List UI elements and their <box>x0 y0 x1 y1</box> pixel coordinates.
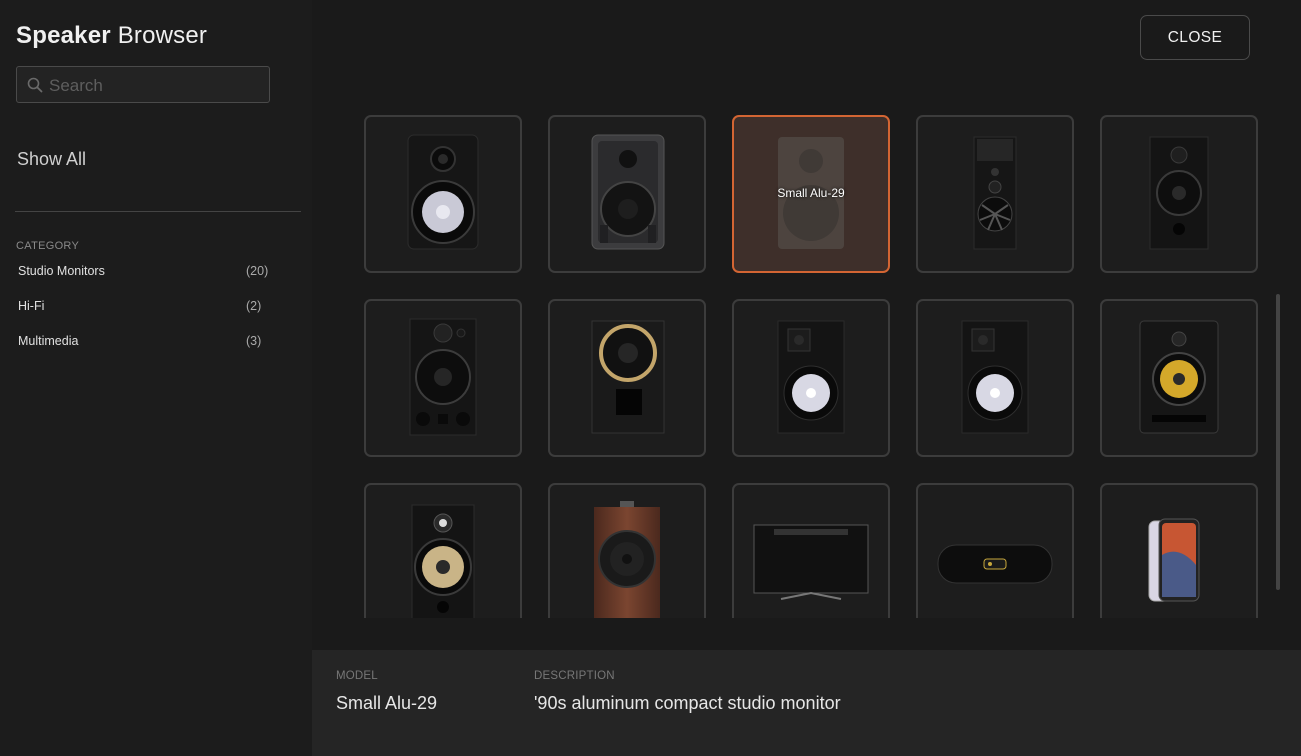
details-panel: MODEL Small Alu-29 DESCRIPTION '90s alum… <box>312 650 1301 756</box>
tall-speaker-horn-tweeter-icon <box>973 136 1017 250</box>
category-count: (20) <box>246 264 269 278</box>
speaker-tile[interactable] <box>1100 299 1258 457</box>
description-label: DESCRIPTION <box>534 670 615 682</box>
search-input[interactable] <box>47 73 261 99</box>
category-label: Multimedia <box>18 334 79 348</box>
speaker-tile[interactable] <box>1100 115 1258 273</box>
sidebar: Speaker Browser Show All CATEGORY Studio… <box>0 0 312 756</box>
speaker-tile[interactable] <box>364 115 522 273</box>
monitor-white-woofer-icon <box>777 320 845 434</box>
studio-monitor-white-woofer-icon <box>407 134 479 250</box>
search-icon <box>27 77 43 93</box>
grid-scrollbar[interactable] <box>1276 294 1280 590</box>
gold-ring-monitor-icon <box>591 320 665 434</box>
app-title: Speaker Browser <box>16 22 208 49</box>
search-box[interactable] <box>16 66 270 103</box>
large-black-monitor-icon <box>409 318 477 436</box>
category-count: (3) <box>246 334 262 348</box>
speaker-tile[interactable] <box>364 299 522 457</box>
speaker-tile[interactable] <box>548 115 706 273</box>
speaker-tile[interactable] <box>548 299 706 457</box>
speaker-tile[interactable] <box>732 299 890 457</box>
cream-woofer-monitor-icon <box>411 504 475 618</box>
speaker-tile[interactable] <box>732 483 890 618</box>
category-count: (2) <box>246 299 262 313</box>
speaker-tile[interactable] <box>916 299 1074 457</box>
category-heading: CATEGORY <box>16 240 80 252</box>
description-value: '90s aluminum compact studio monitor <box>534 693 841 713</box>
speaker-tile[interactable] <box>364 483 522 618</box>
speaker-tile[interactable] <box>548 483 706 618</box>
category-item-studio-monitors[interactable]: Studio Monitors (20) <box>18 264 268 284</box>
speaker-grid: Small Alu-29 <box>312 100 1301 618</box>
category-item-multimedia[interactable]: Multimedia (3) <box>18 334 268 354</box>
show-all-link[interactable]: Show All <box>17 149 86 170</box>
smartphone-icon <box>1148 518 1200 602</box>
portable-speaker-icon <box>937 544 1053 584</box>
tile-hover-label: Small Alu-29 <box>777 186 845 200</box>
category-label: Hi-Fi <box>18 299 45 313</box>
monitor-white-woofer-icon <box>961 320 1029 434</box>
television-icon <box>753 524 869 600</box>
category-item-hi-fi[interactable]: Hi-Fi (2) <box>18 299 268 319</box>
model-value: Small Alu-29 <box>336 693 438 713</box>
speaker-tile[interactable] <box>916 483 1074 618</box>
sidebar-divider <box>15 211 301 212</box>
wooden-speaker-icon <box>594 501 660 618</box>
speaker-tile-selected[interactable]: Small Alu-29 <box>732 115 890 273</box>
model-label: MODEL <box>336 670 378 682</box>
tall-black-monitor-icon <box>1149 136 1209 250</box>
studio-monitor-dark-grey-icon <box>591 134 665 250</box>
category-label: Studio Monitors <box>18 264 105 278</box>
close-button[interactable]: CLOSE <box>1140 15 1250 60</box>
speaker-tile[interactable] <box>1100 483 1258 618</box>
yellow-woofer-monitor-icon <box>1139 320 1219 434</box>
speaker-tile[interactable] <box>916 115 1074 273</box>
